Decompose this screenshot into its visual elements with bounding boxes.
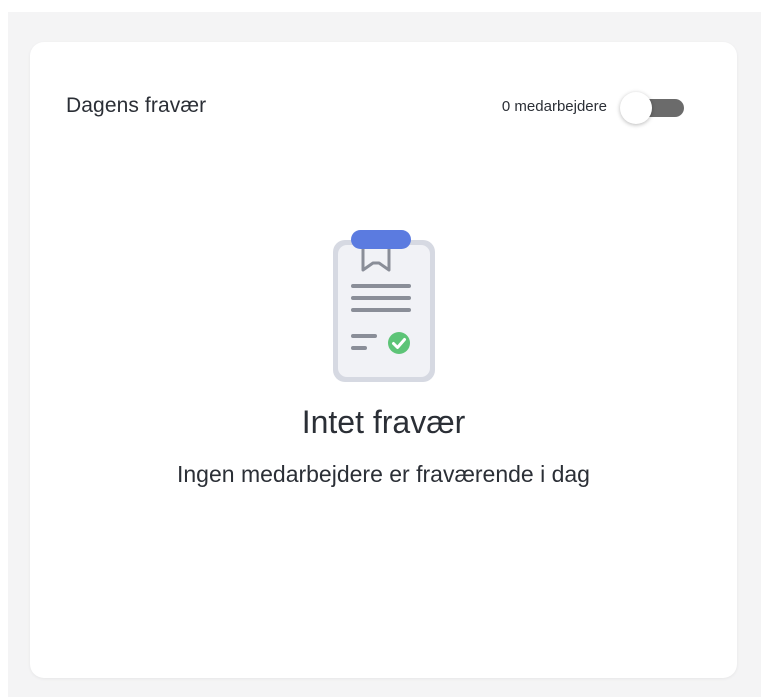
clipboard-check-icon <box>333 230 435 382</box>
toggle-knob <box>620 92 652 124</box>
empty-state-subtitle: Ingen medarbejdere er fraværende i dag <box>177 461 590 487</box>
show-absence-toggle[interactable] <box>620 92 684 124</box>
absence-card: Dagens fravær 0 medarbejdere Intet fravæ… <box>30 42 737 678</box>
empty-state-title: Intet fravær <box>301 404 466 440</box>
employee-count: 0 medarbejdere <box>501 98 607 115</box>
card-title: Dagens fravær <box>66 94 207 117</box>
